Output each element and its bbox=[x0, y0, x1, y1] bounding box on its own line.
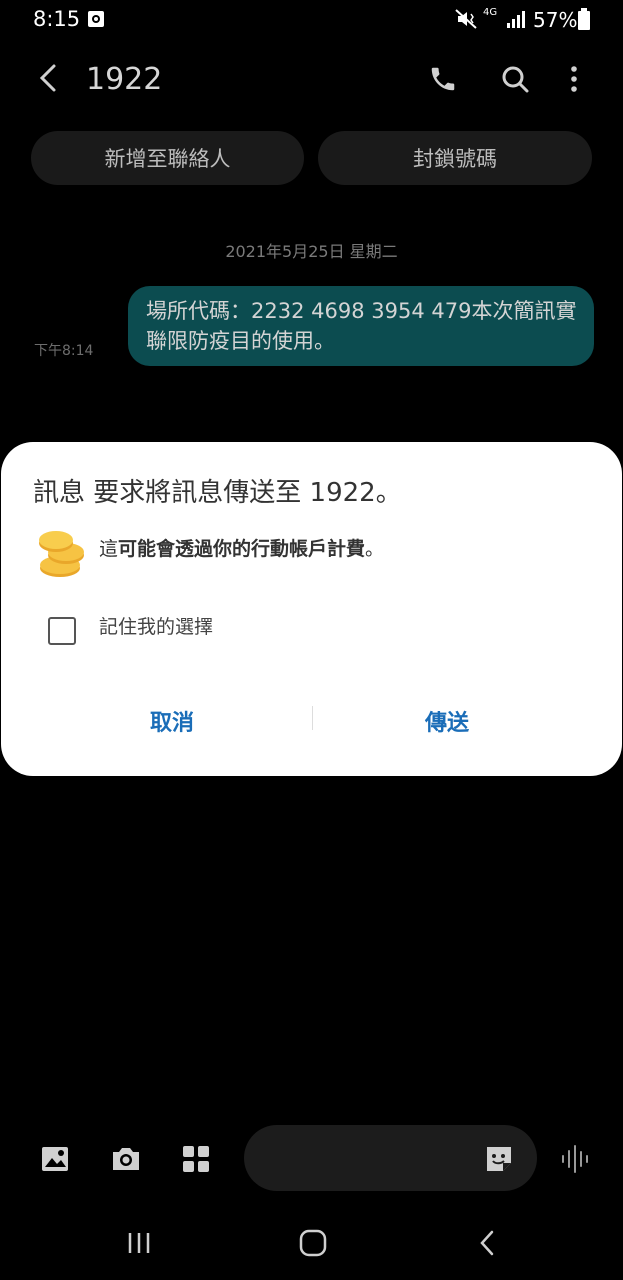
network-type: 4G bbox=[483, 7, 498, 18]
home-icon[interactable] bbox=[298, 1228, 328, 1258]
more-options-icon[interactable] bbox=[564, 64, 584, 94]
phone-icon[interactable] bbox=[428, 64, 458, 94]
status-time: 8:15 bbox=[33, 7, 81, 31]
remember-choice-checkbox[interactable] bbox=[48, 617, 76, 645]
system-nav-bar bbox=[0, 1210, 623, 1280]
search-icon[interactable] bbox=[500, 64, 530, 94]
mute-vibrate-icon bbox=[455, 9, 477, 29]
gallery-icon[interactable] bbox=[40, 1144, 70, 1174]
warning-bold: 可能會透過你的行動帳戶計費 bbox=[118, 538, 366, 560]
button-divider bbox=[312, 706, 313, 730]
status-bar: 8:15 4G 57% bbox=[0, 0, 623, 40]
camera-icon[interactable] bbox=[110, 1144, 142, 1174]
apps-grid-icon[interactable] bbox=[182, 1145, 210, 1173]
block-number-label: 封鎖號碼 bbox=[413, 147, 497, 171]
warning-prefix: 這 bbox=[99, 538, 119, 560]
recent-apps-icon[interactable] bbox=[126, 1230, 152, 1256]
cancel-button[interactable]: 取消 bbox=[150, 705, 194, 737]
dialog-title: 訊息 要求將訊息傳送至 1922。 bbox=[33, 478, 402, 508]
block-number-button[interactable]: 封鎖號碼 bbox=[318, 131, 592, 185]
remember-choice-label[interactable]: 記住我的選擇 bbox=[99, 612, 213, 639]
signal-icon bbox=[507, 11, 525, 28]
app-bar: 1922 bbox=[0, 50, 623, 110]
send-button[interactable]: 傳送 bbox=[425, 705, 469, 737]
warning-suffix: 。 bbox=[365, 538, 385, 560]
voice-icon[interactable] bbox=[560, 1144, 592, 1174]
message-input[interactable] bbox=[244, 1125, 537, 1191]
conversation-title: 1922 bbox=[86, 62, 163, 97]
sticker-icon[interactable] bbox=[484, 1144, 514, 1174]
battery-icon bbox=[578, 8, 590, 30]
back-arrow-icon[interactable] bbox=[34, 62, 62, 94]
date-separator: 2021年5月25日 星期二 bbox=[225, 242, 398, 261]
message-time: 下午8:14 bbox=[34, 343, 94, 359]
coins-icon bbox=[39, 531, 84, 577]
back-icon[interactable] bbox=[476, 1228, 498, 1258]
add-to-contacts-label: 新增至聯絡人 bbox=[104, 147, 231, 171]
battery-percent: 57% bbox=[533, 8, 578, 32]
charge-warning: 這可能會透過你的行動帳戶計費。 bbox=[99, 534, 384, 561]
add-to-contacts-button[interactable]: 新增至聯絡人 bbox=[31, 131, 304, 185]
screenshot-icon bbox=[88, 11, 104, 27]
send-confirm-dialog: 訊息 要求將訊息傳送至 1922。 這可能會透過你的行動帳戶計費。 記住我的選擇… bbox=[1, 442, 622, 776]
message-bubble[interactable]: 場所代碼：2232 4698 3954 479本次簡訊實聯限防疫目的使用。 bbox=[128, 286, 594, 366]
